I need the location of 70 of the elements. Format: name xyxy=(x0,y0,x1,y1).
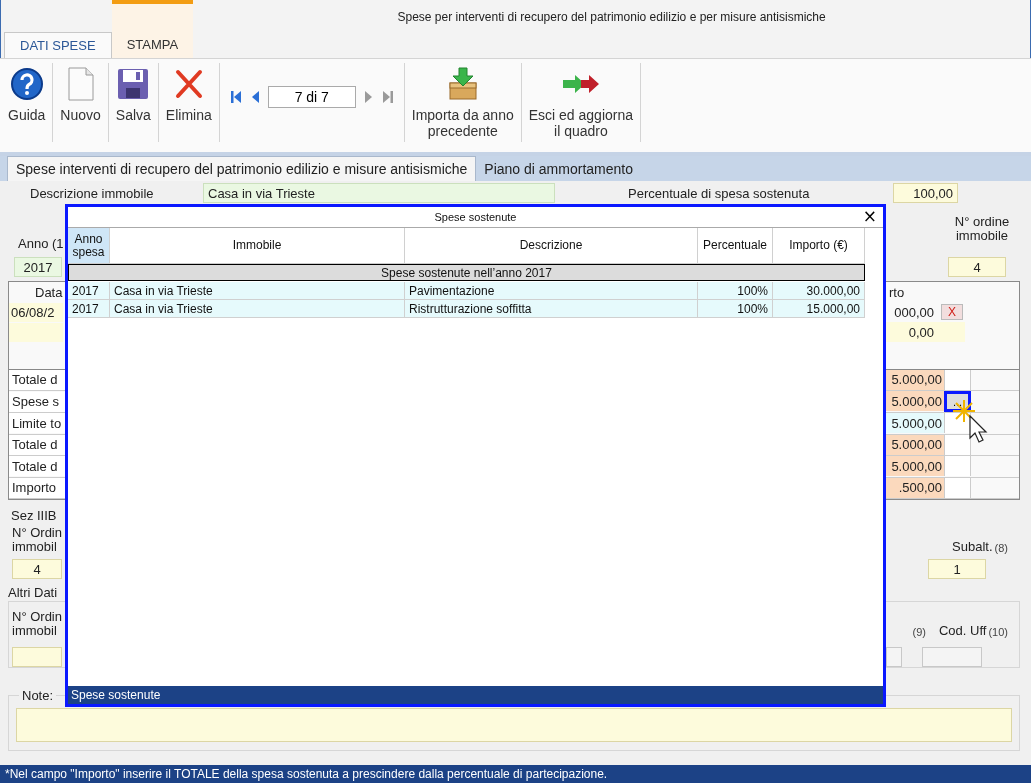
table-cell: Casa in via Trieste xyxy=(110,300,405,318)
table-cell: 06/08/2 xyxy=(9,302,63,322)
group-row: Spese sostenute nell’anno 2017 xyxy=(68,264,865,281)
column-header: rto xyxy=(889,284,905,300)
section-tab[interactable]: Piano di ammortamento xyxy=(476,156,641,181)
field-label: Descrizione immobile xyxy=(30,185,155,201)
record-position-field[interactable]: 7 di 7 xyxy=(267,86,356,108)
input-field[interactable] xyxy=(886,647,902,667)
table-cell: 2017 xyxy=(68,300,110,318)
field-label: Note: xyxy=(19,688,57,703)
toolbar-button[interactable]: Elimina xyxy=(162,59,215,152)
field-label: Cod. Uff xyxy=(939,623,987,638)
dialog-title: Spese sostenute xyxy=(434,211,517,223)
table-cell: 30.000,00 xyxy=(773,282,865,300)
subalt-field[interactable]: 1 xyxy=(928,559,986,579)
order-field[interactable]: 4 xyxy=(12,559,62,579)
toolbar-button[interactable]: Nuovo xyxy=(57,59,104,152)
ribbon-tab[interactable]: STAMPA xyxy=(111,0,194,58)
field-note: (8) xyxy=(994,542,1008,554)
table-cell-text: 000,00 xyxy=(893,303,935,322)
field-label: N° Ordin immobil xyxy=(12,526,62,554)
order-field[interactable]: 4 xyxy=(948,257,1006,277)
window-title: Spese per interventi di recupero del patrimonio edilizio e per misure antisismiche xyxy=(396,9,827,26)
field-label: Percentuale di spesa sostenuta xyxy=(628,185,811,201)
dialog-status-bar: Spese sostenute xyxy=(68,686,883,704)
next-icon xyxy=(363,90,374,104)
field-label: Subalt. xyxy=(952,539,993,554)
notes-field[interactable] xyxy=(16,708,1012,742)
x-mark-icon xyxy=(174,69,203,99)
document-icon xyxy=(66,67,95,101)
section-tab[interactable]: Spese interventi di recupero del patrimonio edilizio e misure antisismiche xyxy=(7,156,477,181)
status-bar: *Nel campo "Importo" inserire il TOTALE della spesa sostenuta a prescindere dalla percentuale di partecipazione. xyxy=(0,765,1031,783)
toolbar-button[interactable]: Guida xyxy=(5,59,49,152)
delete-row-button[interactable]: X xyxy=(941,304,963,320)
table-cell: Casa in via Trieste xyxy=(110,282,405,300)
field-label: N° ordine immobile xyxy=(953,215,1011,243)
field-label: N° Ordin immobil xyxy=(12,610,62,638)
table-cell: 100% xyxy=(698,282,773,300)
table-cell: 100% xyxy=(698,300,773,318)
column-header: Data xyxy=(35,284,63,300)
empty-cell xyxy=(9,322,63,342)
field-note: (10) xyxy=(988,626,1008,638)
table-cell: Pavimentazione xyxy=(405,282,698,300)
table-cell: 15.000,00 xyxy=(773,300,865,318)
ribbon-tab[interactable]: DATI SPESE xyxy=(4,32,112,58)
table-cell: 2017 xyxy=(68,282,110,300)
section-title: Sez IIIB xyxy=(11,508,58,523)
toolbar-button[interactable]: Esci ed aggiorna il quadro xyxy=(525,59,637,152)
percentage-field[interactable]: 100,00 xyxy=(893,183,958,203)
import-box-icon xyxy=(447,67,478,101)
table-cell: 0,00 xyxy=(884,322,937,342)
field-note: (9) xyxy=(912,626,926,638)
order-field[interactable] xyxy=(12,647,62,667)
total-value: 5.000,00 xyxy=(884,413,944,434)
toolbar-button[interactable]: Importa da anno precedente xyxy=(408,59,517,152)
description-field[interactable]: Casa in via Trieste xyxy=(203,183,555,203)
close-button[interactable]: × xyxy=(862,207,877,225)
field-label: Anno (1 xyxy=(18,236,64,251)
first-record-icon xyxy=(229,90,242,104)
help-icon xyxy=(9,67,44,101)
arrows-icon xyxy=(560,73,601,95)
total-value: 5.000,00 xyxy=(884,456,944,477)
last-record-icon xyxy=(381,90,394,104)
table-cell: Ristrutturazione soffitta xyxy=(405,300,698,318)
column-header[interactable]: Anno spesa xyxy=(68,228,110,264)
year-field[interactable]: 2017 xyxy=(14,257,62,277)
office-code-field[interactable] xyxy=(922,647,982,667)
total-value: 5.000,00 xyxy=(884,391,944,412)
section-title: Altri Dati xyxy=(8,585,59,600)
toolbar-button[interactable]: Salva xyxy=(112,59,154,152)
